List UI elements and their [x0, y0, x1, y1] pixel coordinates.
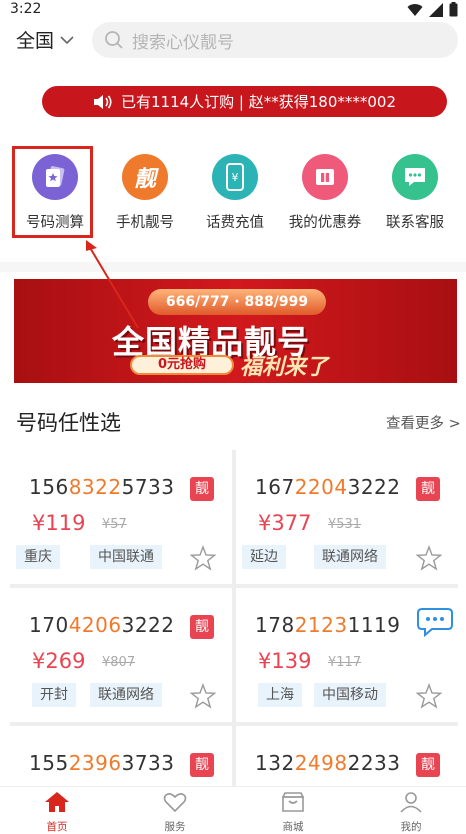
store-icon	[281, 792, 305, 812]
entry-label: 我的优惠券	[288, 215, 362, 231]
liang-icon: 靓	[122, 154, 168, 200]
divider	[0, 262, 466, 272]
tab-home[interactable]: 首页	[17, 791, 97, 834]
favorite-star-icon[interactable]	[190, 545, 216, 571]
user-icon	[400, 792, 422, 813]
carrier-tag: 联通网络	[90, 683, 162, 707]
original-price: ¥531	[328, 517, 362, 532]
carrier-tag: 中国联通	[90, 545, 162, 569]
promo-sub-text: 福利来了	[240, 355, 329, 380]
bottom-tab-bar: 首页 服务 商城 我的	[0, 786, 466, 834]
battery-icon	[449, 2, 458, 17]
city-tag: 开封	[32, 683, 76, 707]
promo-top-text: 666/777 · 888/999	[148, 289, 326, 315]
phone-number: 15683225733	[29, 475, 175, 499]
chat-icon	[392, 154, 438, 200]
floating-chat-icon[interactable]	[414, 605, 454, 639]
tab-label: 服务	[164, 821, 186, 833]
number-grid: 15683225733 靓 ¥119 ¥57 重庆 中国联通 167220432…	[10, 450, 458, 786]
phone-number: 17042063222	[29, 613, 175, 637]
coupon-icon	[302, 154, 348, 200]
region-selector[interactable]: 全国	[16, 26, 74, 53]
tab-service[interactable]: 服务	[135, 791, 215, 834]
favorite-star-icon[interactable]	[190, 683, 216, 709]
carrier-tag: 联通网络	[314, 545, 386, 569]
favorite-star-icon[interactable]	[416, 545, 442, 571]
tab-mall[interactable]: 商城	[253, 791, 333, 834]
liang-badge: 靓	[190, 753, 214, 777]
price: ¥139	[258, 649, 312, 673]
highlight-box	[12, 146, 93, 238]
entry-pretty-numbers[interactable]: 靓 手机靓号	[100, 154, 190, 232]
heart-icon	[163, 793, 187, 813]
search-input[interactable]: 搜索心仪靓号	[92, 22, 458, 58]
phone-number: 17821231119	[255, 613, 401, 637]
signal-icon	[429, 2, 443, 17]
entry-label: 手机靓号	[116, 215, 174, 231]
home-icon	[45, 792, 69, 812]
entry-coupons[interactable]: 我的优惠券	[280, 154, 370, 232]
promo-buy-button[interactable]: 0元抢购	[130, 355, 234, 375]
number-card[interactable]: 17042063222 靓 ¥269 ¥807 开封 联通网络	[10, 588, 232, 722]
city-tag: 上海	[258, 683, 302, 707]
price: ¥269	[32, 649, 86, 673]
favorite-star-icon[interactable]	[416, 683, 442, 709]
search-icon	[105, 31, 123, 49]
header: 全国 搜索心仪靓号	[0, 22, 466, 66]
tab-mine[interactable]: 我的	[371, 791, 451, 834]
liang-badge: 靓	[190, 477, 214, 501]
phone-number: 13224982233	[255, 751, 401, 775]
search-placeholder: 搜索心仪靓号	[132, 32, 234, 53]
svg-text:¥: ¥	[232, 171, 239, 184]
carrier-tag: 中国移动	[314, 683, 386, 707]
notice-text: 已有1114人订购 | 赵**获得180****002	[120, 93, 397, 111]
phone-number: 16722043222	[255, 475, 401, 499]
entry-label: 联系客服	[386, 215, 444, 231]
liang-badge: 靓	[190, 615, 214, 639]
chevron-down-icon	[60, 36, 74, 45]
price: ¥119	[32, 511, 86, 535]
tab-label: 商城	[282, 821, 304, 833]
status-time: 3:22	[10, 1, 42, 17]
tab-label: 我的	[400, 821, 422, 833]
city-tag: 延边	[242, 545, 286, 569]
region-label: 全国	[16, 30, 55, 52]
price: ¥377	[258, 511, 312, 535]
original-price: ¥807	[102, 655, 136, 670]
status-icons	[407, 2, 458, 17]
phone-number: 15523963733	[29, 751, 175, 775]
city-tag: 重庆	[16, 545, 60, 569]
number-card[interactable]: 15523963733 靓	[10, 726, 232, 786]
original-price: ¥117	[328, 655, 362, 670]
order-notice-banner: 已有1114人订购 | 赵**获得180****002	[42, 86, 447, 117]
entry-label: 话费充值	[206, 215, 264, 231]
tab-label: 首页	[46, 821, 68, 833]
entry-top-up[interactable]: ¥ 话费充值	[190, 154, 280, 232]
liang-badge: 靓	[416, 477, 440, 501]
section-title: 号码任性选	[16, 411, 121, 435]
wifi-icon	[407, 3, 423, 16]
speaker-icon	[93, 94, 113, 110]
promo-banner[interactable]: 666/777 · 888/999 全国精品靓号 0元抢购 福利来了	[14, 279, 457, 383]
number-card[interactable]: 16722043222 靓 ¥377 ¥531 延边 联通网络	[236, 450, 458, 584]
phone-yen-icon: ¥	[212, 154, 258, 200]
entry-customer-service[interactable]: 联系客服	[370, 154, 460, 232]
liang-badge: 靓	[416, 753, 440, 777]
number-card[interactable]: 13224982233 靓	[236, 726, 458, 786]
original-price: ¥57	[102, 517, 127, 532]
see-more-link[interactable]: 查看更多 >	[386, 412, 461, 433]
status-bar: 3:22	[0, 0, 466, 22]
number-card[interactable]: 15683225733 靓 ¥119 ¥57 重庆 中国联通	[10, 450, 232, 584]
